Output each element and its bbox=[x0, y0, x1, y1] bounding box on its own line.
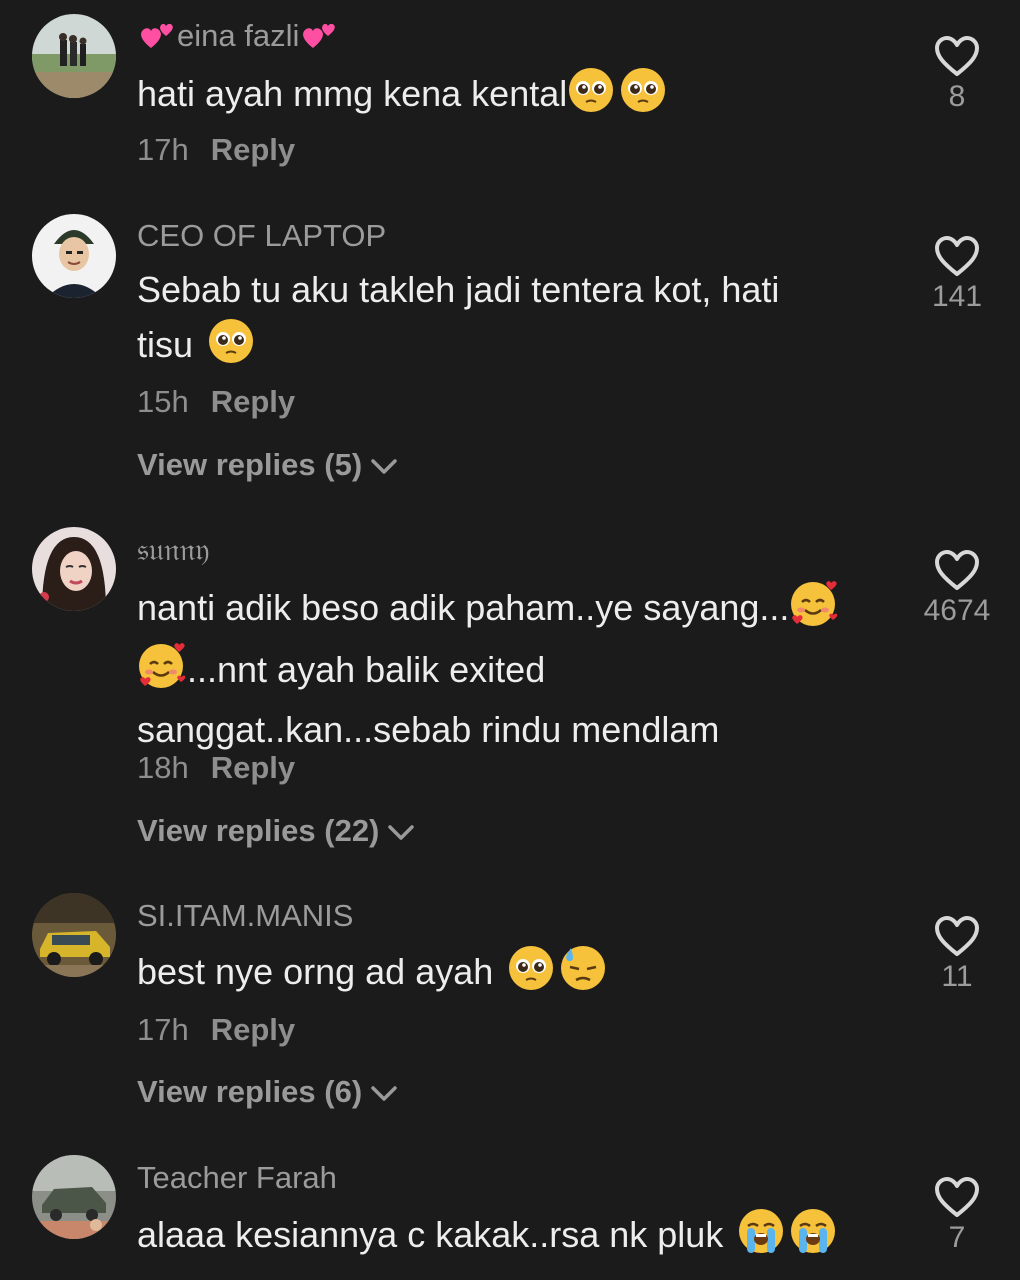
two-hearts-icon bbox=[137, 18, 177, 62]
like-count: 11 bbox=[941, 960, 973, 993]
like-count: 4674 bbox=[923, 594, 991, 627]
avatar[interactable] bbox=[32, 1155, 116, 1239]
comment-text: hati ayah mmg kena kental bbox=[137, 66, 897, 129]
heart-icon bbox=[935, 236, 979, 276]
comment-text: Sebab tu aku takleh jadi tentera kot, ha… bbox=[137, 262, 897, 380]
avatar[interactable] bbox=[32, 527, 116, 611]
comment-meta: 17h Reply bbox=[137, 132, 295, 168]
comment-text: best nye orng ad ayah bbox=[137, 944, 897, 1007]
view-replies-label: View replies (6) bbox=[137, 1074, 363, 1109]
reply-button[interactable]: Reply bbox=[211, 1012, 295, 1047]
comment-text: alaaa kesiannya c kakak..rsa nk pluk bbox=[137, 1207, 897, 1270]
comment-username[interactable]: CEO OF LAPTOP bbox=[137, 218, 386, 254]
heart-icon bbox=[935, 1177, 979, 1217]
avatar[interactable] bbox=[32, 14, 116, 98]
like-button[interactable]: 141 bbox=[907, 234, 1007, 314]
comment-username[interactable]: SI.ITAM.MANIS bbox=[137, 898, 353, 934]
view-replies-label: View replies (5) bbox=[137, 447, 363, 482]
like-button[interactable]: 4674 bbox=[907, 548, 1007, 628]
comment-username[interactable]: Teacher Farah bbox=[137, 1160, 337, 1196]
view-replies-button[interactable]: View replies (22) bbox=[137, 813, 415, 849]
comment-text-line: hati ayah mmg kena kental bbox=[137, 73, 568, 114]
view-replies-button[interactable]: View replies (5) bbox=[137, 447, 398, 483]
view-replies-label: View replies (22) bbox=[137, 813, 380, 848]
like-button[interactable]: 8 bbox=[907, 34, 1007, 114]
comment-meta: 18h Reply bbox=[137, 750, 295, 786]
like-count: 7 bbox=[948, 1221, 966, 1254]
comment-meta: 15h Reply bbox=[137, 384, 295, 420]
comment-time: 15h bbox=[137, 384, 189, 419]
pleading-face-icon bbox=[567, 66, 615, 129]
pleading-face-icon bbox=[619, 66, 667, 129]
comment-text-line: Sebab tu aku takleh jadi tentera kot, ha… bbox=[137, 269, 780, 310]
heart-icon bbox=[935, 36, 979, 76]
two-hearts-icon bbox=[299, 18, 339, 62]
like-button[interactable]: 7 bbox=[907, 1175, 1007, 1255]
comment-text-line: best nye orng ad ayah bbox=[137, 951, 494, 992]
comment-username[interactable]: eina fazli bbox=[137, 18, 339, 62]
pleading-face-icon bbox=[207, 317, 255, 380]
like-count: 8 bbox=[948, 80, 966, 113]
comment-text-line: tisu bbox=[137, 324, 194, 365]
like-count: 141 bbox=[931, 280, 983, 313]
avatar[interactable] bbox=[32, 214, 116, 298]
comment-meta: 17h Reply bbox=[137, 1012, 295, 1048]
comment-text-line: ...nnt ayah balik exited bbox=[187, 649, 546, 690]
reply-button[interactable]: Reply bbox=[211, 750, 295, 785]
username-text: eina fazli bbox=[177, 18, 300, 53]
comment-time: 18h bbox=[137, 750, 189, 785]
comment-text-line: sanggat..kan...sebab rindu mendlam bbox=[137, 709, 720, 750]
chevron-down-icon bbox=[371, 1086, 397, 1101]
avatar[interactable] bbox=[32, 893, 116, 977]
smiling-face-with-hearts-icon bbox=[789, 580, 839, 642]
heart-icon bbox=[935, 550, 979, 590]
smiling-face-with-hearts-icon bbox=[137, 642, 187, 704]
chevron-down-icon bbox=[371, 459, 397, 474]
loudly-crying-face-icon bbox=[737, 1207, 785, 1270]
comment-text-line: nanti adik beso adik paham..ye sayang... bbox=[137, 587, 790, 628]
loudly-crying-face-icon bbox=[789, 1207, 837, 1270]
downcast-face-with-sweat-icon bbox=[559, 944, 607, 1007]
comment-time: 17h bbox=[137, 1012, 189, 1047]
reply-button[interactable]: Reply bbox=[211, 384, 295, 419]
chevron-down-icon bbox=[388, 825, 415, 840]
comment-text-line: alaaa kesiannya c kakak..rsa nk pluk bbox=[137, 1214, 724, 1255]
heart-icon bbox=[935, 916, 979, 956]
comment-time: 17h bbox=[137, 132, 189, 167]
like-button[interactable]: 11 bbox=[907, 914, 1007, 994]
pleading-face-icon bbox=[507, 944, 555, 1007]
view-replies-button[interactable]: View replies (6) bbox=[137, 1074, 398, 1110]
reply-button[interactable]: Reply bbox=[211, 132, 295, 167]
comment-text: nanti adik beso adik paham..ye sayang...… bbox=[137, 580, 897, 756]
comment-username[interactable]: 𝔰𝔲𝔫𝔫𝔶 bbox=[137, 532, 209, 569]
